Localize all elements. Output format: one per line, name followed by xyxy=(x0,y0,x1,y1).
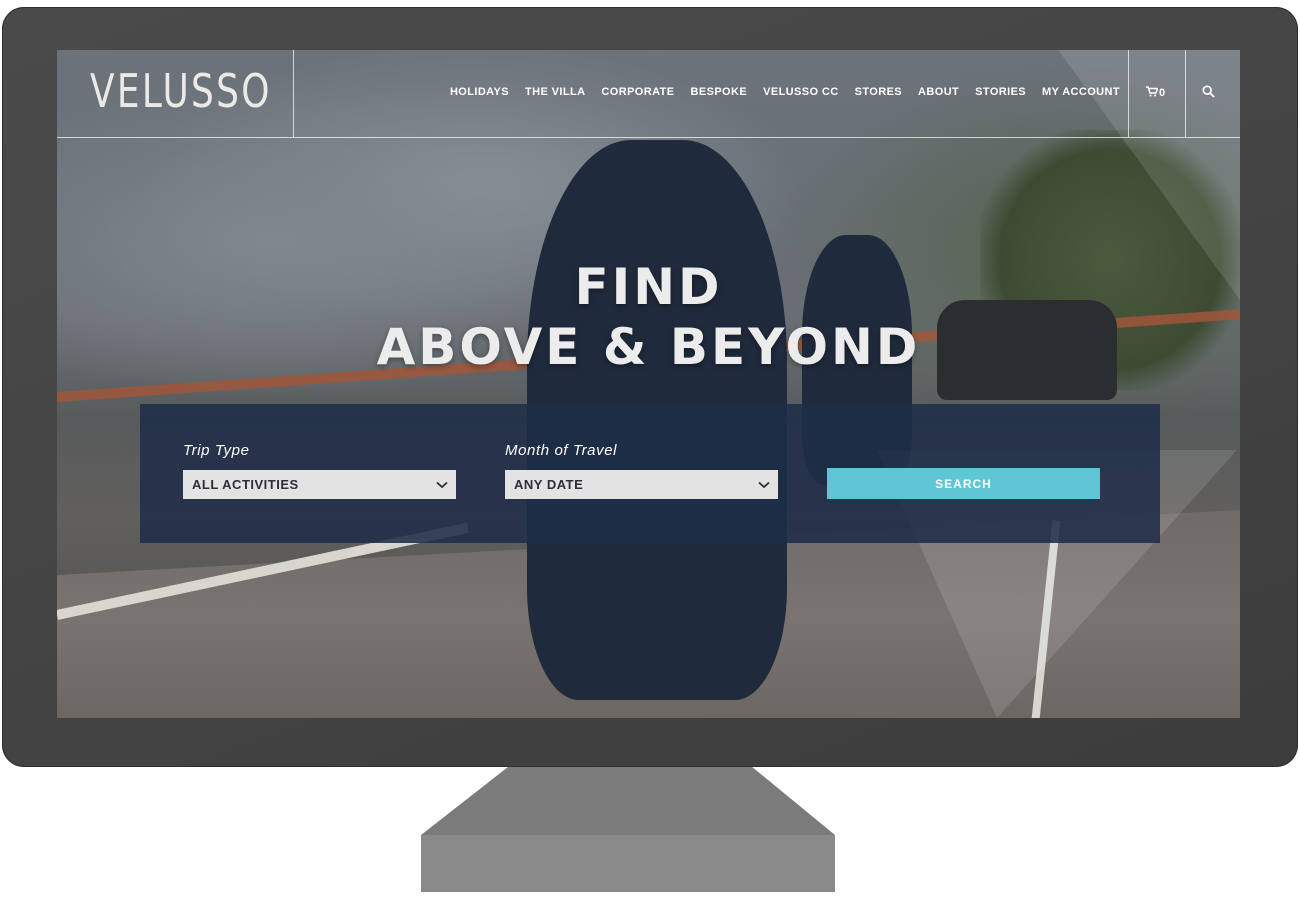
chevron-down-icon xyxy=(750,470,778,499)
trip-type-select[interactable]: ALL ACTIVITIES xyxy=(183,470,456,499)
website-screen: VELUSSO HOLIDAYS THE VILLA CORPORATE BES… xyxy=(57,50,1240,718)
nav-item-the-villa[interactable]: THE VILLA xyxy=(525,86,585,98)
search-icon[interactable] xyxy=(1202,85,1215,103)
chevron-down-icon xyxy=(428,470,456,499)
trip-type-label: Trip Type xyxy=(183,442,250,459)
nav-item-stories[interactable]: STORIES xyxy=(975,86,1026,98)
header-divider xyxy=(1185,50,1186,137)
nav-item-bespoke[interactable]: BESPOKE xyxy=(691,86,748,98)
trip-search-panel: Trip Type ALL ACTIVITIES Month of Travel… xyxy=(140,404,1160,543)
cart-count: 0 xyxy=(1159,87,1166,99)
header-divider xyxy=(293,50,294,137)
nav-item-velusso-cc[interactable]: VELUSSO CC xyxy=(763,86,839,98)
monitor-stand-base xyxy=(421,835,835,892)
main-nav: HOLIDAYS THE VILLA CORPORATE BESPOKE VEL… xyxy=(450,86,1120,98)
nav-item-my-account[interactable]: MY ACCOUNT xyxy=(1042,86,1120,98)
nav-item-about[interactable]: ABOUT xyxy=(918,86,959,98)
month-of-travel-select[interactable]: ANY DATE xyxy=(505,470,778,499)
cart-button[interactable]: 0 xyxy=(1146,86,1165,100)
header-divider xyxy=(1128,50,1129,137)
velusso-logo[interactable]: VELUSSO xyxy=(90,64,272,118)
hero-line-2: ABOVE & BEYOND xyxy=(376,318,921,376)
nav-item-stores[interactable]: STORES xyxy=(855,86,902,98)
hero-line-1: FIND xyxy=(574,258,723,316)
month-of-travel-label: Month of Travel xyxy=(505,442,618,459)
nav-item-corporate[interactable]: CORPORATE xyxy=(601,86,674,98)
month-of-travel-value: ANY DATE xyxy=(514,477,584,492)
hero-heading: FIND ABOVE & BEYOND xyxy=(57,257,1240,377)
site-header: VELUSSO HOLIDAYS THE VILLA CORPORATE BES… xyxy=(57,50,1240,138)
monitor-stand-neck xyxy=(421,767,835,835)
search-button[interactable]: SEARCH xyxy=(827,468,1100,499)
cart-icon xyxy=(1146,86,1159,100)
nav-item-holidays[interactable]: HOLIDAYS xyxy=(450,86,509,98)
trip-type-value: ALL ACTIVITIES xyxy=(192,477,299,492)
